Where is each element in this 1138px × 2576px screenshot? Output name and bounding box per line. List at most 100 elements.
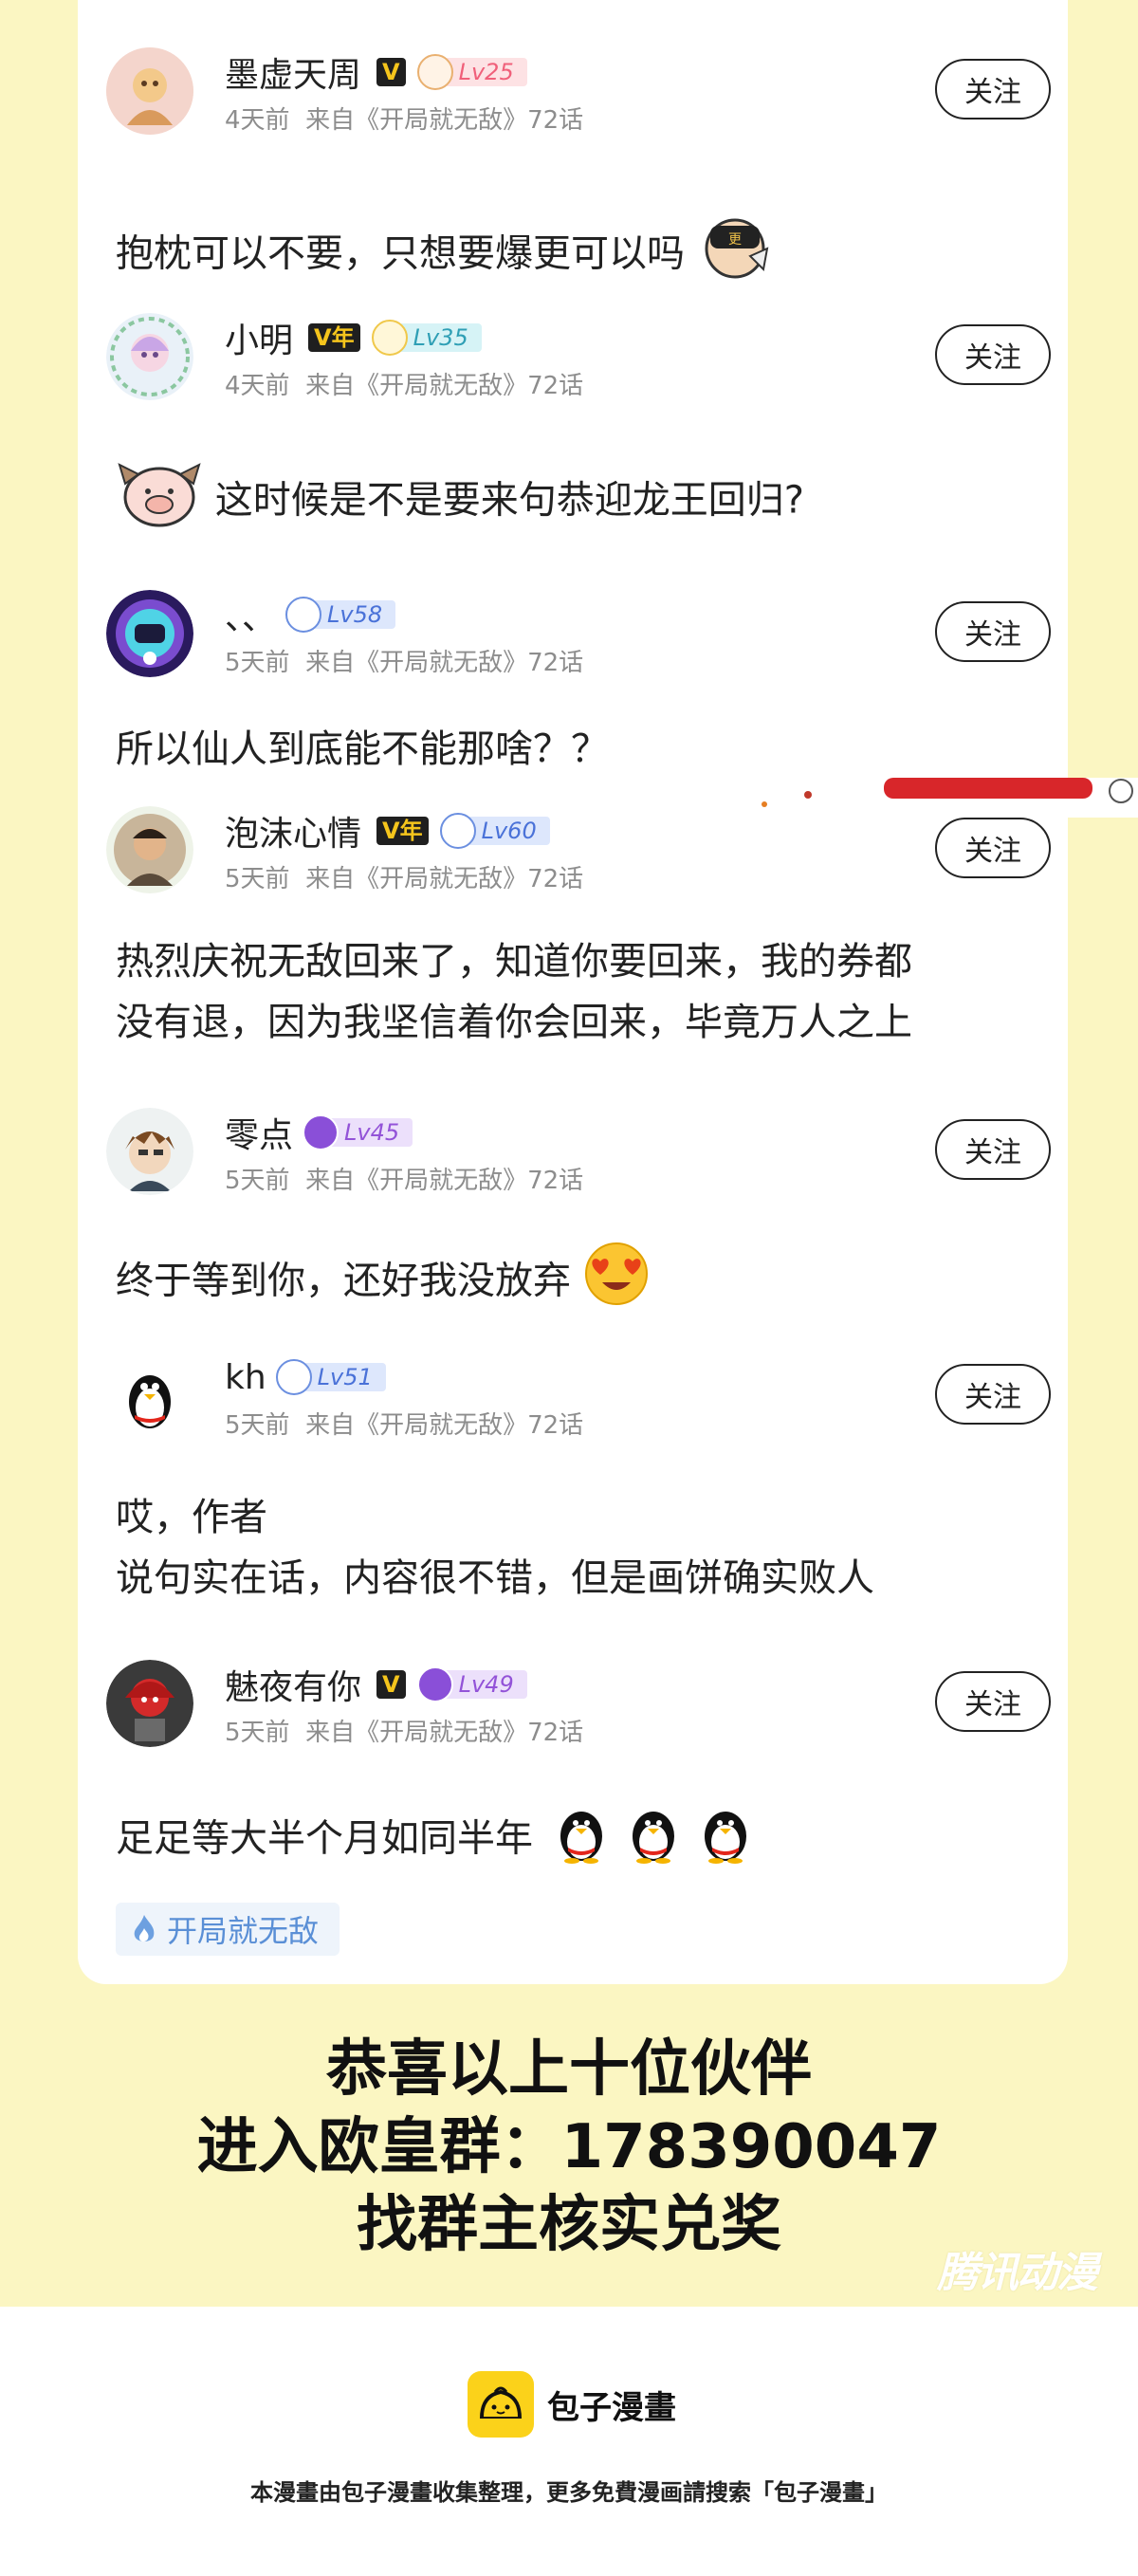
level-text: Lv35 (413, 324, 468, 351)
username[interactable]: 泡沫心情 (225, 806, 361, 856)
follow-button[interactable]: 关注 (935, 1364, 1051, 1425)
comment-line: 说句实在话，内容很不错，但是画饼确实败人 (116, 1556, 874, 1600)
username[interactable]: 、、 (225, 590, 276, 639)
comment-meta: 5天前 来自《开局就无敌》72话 (225, 1161, 583, 1196)
footer-note: 本漫畫由包子漫畫收集整理，更多免費漫画請搜索「包子漫畫」 (250, 2479, 888, 2506)
decorative-strip (742, 778, 1138, 818)
username[interactable]: 零点 (225, 1108, 293, 1157)
comment-source[interactable]: 来自《开局就无敌》72话 (305, 1411, 583, 1440)
avatar[interactable] (106, 47, 193, 135)
comment-source[interactable]: 来自《开局就无敌》72话 (305, 1167, 583, 1195)
comment-time: 5天前 (225, 865, 290, 893)
vip-badge: V年 (376, 817, 429, 845)
comment-meta: 5天前 来自《开局就无敌》72话 (225, 859, 583, 894)
level-badge: Lv60 (439, 813, 550, 849)
follow-button[interactable]: 关注 (935, 601, 1051, 662)
comment-line: 这时候是不是要来句恭迎龙王回归? (214, 478, 804, 523)
comment-line: 热烈庆祝无敌回来了，知道你要回来，我的券都 (116, 940, 912, 984)
follow-button[interactable]: 关注 (935, 1671, 1051, 1732)
footer-logo[interactable]: 包子漫畫 (468, 2371, 676, 2438)
avatar[interactable] (106, 313, 193, 400)
avatar[interactable] (106, 590, 193, 677)
username[interactable]: 墨虚天周 (225, 47, 361, 97)
penguin-emoji-icon (545, 1798, 617, 1883)
comment-source[interactable]: 来自《开局就无敌》72话 (305, 1719, 583, 1747)
level-avatar-icon (285, 597, 322, 633)
level-text: Lv25 (458, 59, 514, 85)
level-text: Lv51 (317, 1364, 373, 1390)
comment-meta: 4天前 来自《开局就无敌》72话 (225, 366, 583, 401)
level-badge: Lv25 (416, 54, 527, 90)
level-avatar-icon (303, 1114, 340, 1150)
level-text: Lv45 (344, 1119, 400, 1146)
comment-source[interactable]: 来自《开局就无敌》72话 (305, 649, 583, 677)
avatar[interactable] (106, 806, 193, 893)
avatar[interactable] (106, 1660, 193, 1747)
comment-time: 5天前 (225, 649, 290, 677)
topic-tag-label: 开局就无敌 (167, 1913, 320, 1949)
level-text: Lv60 (481, 818, 537, 844)
level-text: Lv58 (327, 601, 383, 628)
comment-time: 5天前 (225, 1167, 290, 1195)
comment-line: 抱枕可以不要，只想要爆更可以吗 (116, 231, 685, 276)
comment-line: 所以仙人到底能不能那啥？？ (116, 727, 609, 771)
comment-text: 哎，作者 说句实在话，内容很不错，但是画饼确实败人 (116, 1487, 874, 1609)
comment-source[interactable]: 来自《开局就无敌》72话 (305, 865, 583, 893)
heart-eyes-emoji-icon (583, 1241, 650, 1325)
level-badge: Lv58 (285, 597, 396, 633)
comment-time: 5天前 (225, 1411, 290, 1440)
topic-tag[interactable]: 开局就无敌 (116, 1903, 340, 1956)
penguin-emoji-icon (689, 1798, 762, 1883)
level-badge: Lv35 (371, 320, 482, 356)
vip-badge: V (376, 58, 406, 86)
level-avatar-icon (416, 54, 453, 90)
banner-line: 进入欧皇群：178390047 (196, 2112, 942, 2182)
comment-line: 哎，作者 (116, 1496, 267, 1539)
banner-line: 恭喜以上十位伙伴 (326, 2034, 812, 2105)
comment-source[interactable]: 来自《开局就无敌》72话 (305, 106, 583, 135)
comment-text: 所以仙人到底能不能那啥？？ (116, 719, 609, 780)
comment-text: 这时候是不是要来句恭迎龙王回归? (116, 455, 804, 549)
follow-button[interactable]: 关注 (935, 1119, 1051, 1180)
comment-time: 4天前 (225, 372, 290, 400)
comment-meta: 4天前 来自《开局就无敌》72话 (225, 101, 583, 136)
comment-meta: 5天前 来自《开局就无敌》72话 (225, 1713, 583, 1748)
follow-button[interactable]: 关注 (935, 818, 1051, 878)
comment-source[interactable]: 来自《开局就无敌》72话 (305, 372, 583, 400)
level-avatar-icon (275, 1359, 312, 1395)
avatar[interactable] (106, 1108, 193, 1195)
avatar[interactable] (106, 1352, 193, 1440)
fire-icon (134, 1915, 155, 1941)
comments-card: 墨虚天周 V Lv25 4天前 来自《开局就无敌》72话 关注 抱枕可以不要，只… (78, 0, 1138, 1984)
comment-line: 足足等大半个月如同半年 (116, 1816, 533, 1861)
watermark: 腾讯动漫 (937, 2249, 1098, 2297)
comment-time: 5天前 (225, 1719, 290, 1747)
level-badge: Lv49 (416, 1666, 527, 1702)
level-avatar-icon (439, 813, 476, 849)
penguin-emoji-icon (617, 1798, 689, 1883)
vip-badge: V年 (308, 323, 360, 352)
comment-line: 没有退，因为我坚信着你会回来，毕竟万人之上 (116, 1001, 912, 1044)
follow-button[interactable]: 关注 (935, 324, 1051, 385)
username[interactable]: 魅夜有你 (225, 1660, 361, 1709)
level-badge: Lv45 (303, 1114, 413, 1150)
page: 墨虚天周 V Lv25 4天前 来自《开局就无敌》72话 关注 抱枕可以不要，只… (0, 0, 1138, 2576)
sticker-emoji-icon: 更 (697, 209, 773, 303)
level-avatar-icon (416, 1666, 453, 1702)
comment-meta: 5天前 来自《开局就无敌》72话 (225, 643, 583, 678)
level-avatar-icon (371, 320, 408, 356)
vip-badge: V (376, 1670, 406, 1699)
username[interactable]: kh (225, 1358, 266, 1397)
follow-button[interactable]: 关注 (935, 59, 1051, 120)
svg-text:更: 更 (728, 232, 742, 248)
bun-logo-icon (468, 2371, 534, 2438)
level-text: Lv49 (458, 1671, 514, 1698)
comment-text: 足足等大半个月如同半年 (116, 1798, 762, 1883)
comment-line: 终于等到你，还好我没放弃 (116, 1259, 571, 1303)
level-badge: Lv51 (275, 1359, 386, 1395)
comment-time: 4天前 (225, 106, 290, 135)
comment-text: 终于等到你，还好我没放弃 (116, 1241, 650, 1325)
username[interactable]: 小明 (225, 313, 293, 362)
logo-text: 包子漫畫 (547, 2388, 676, 2427)
comment-text: 热烈庆祝无敌回来了，知道你要回来，我的券都 没有退，因为我坚信着你会回来，毕竟万… (116, 931, 912, 1053)
